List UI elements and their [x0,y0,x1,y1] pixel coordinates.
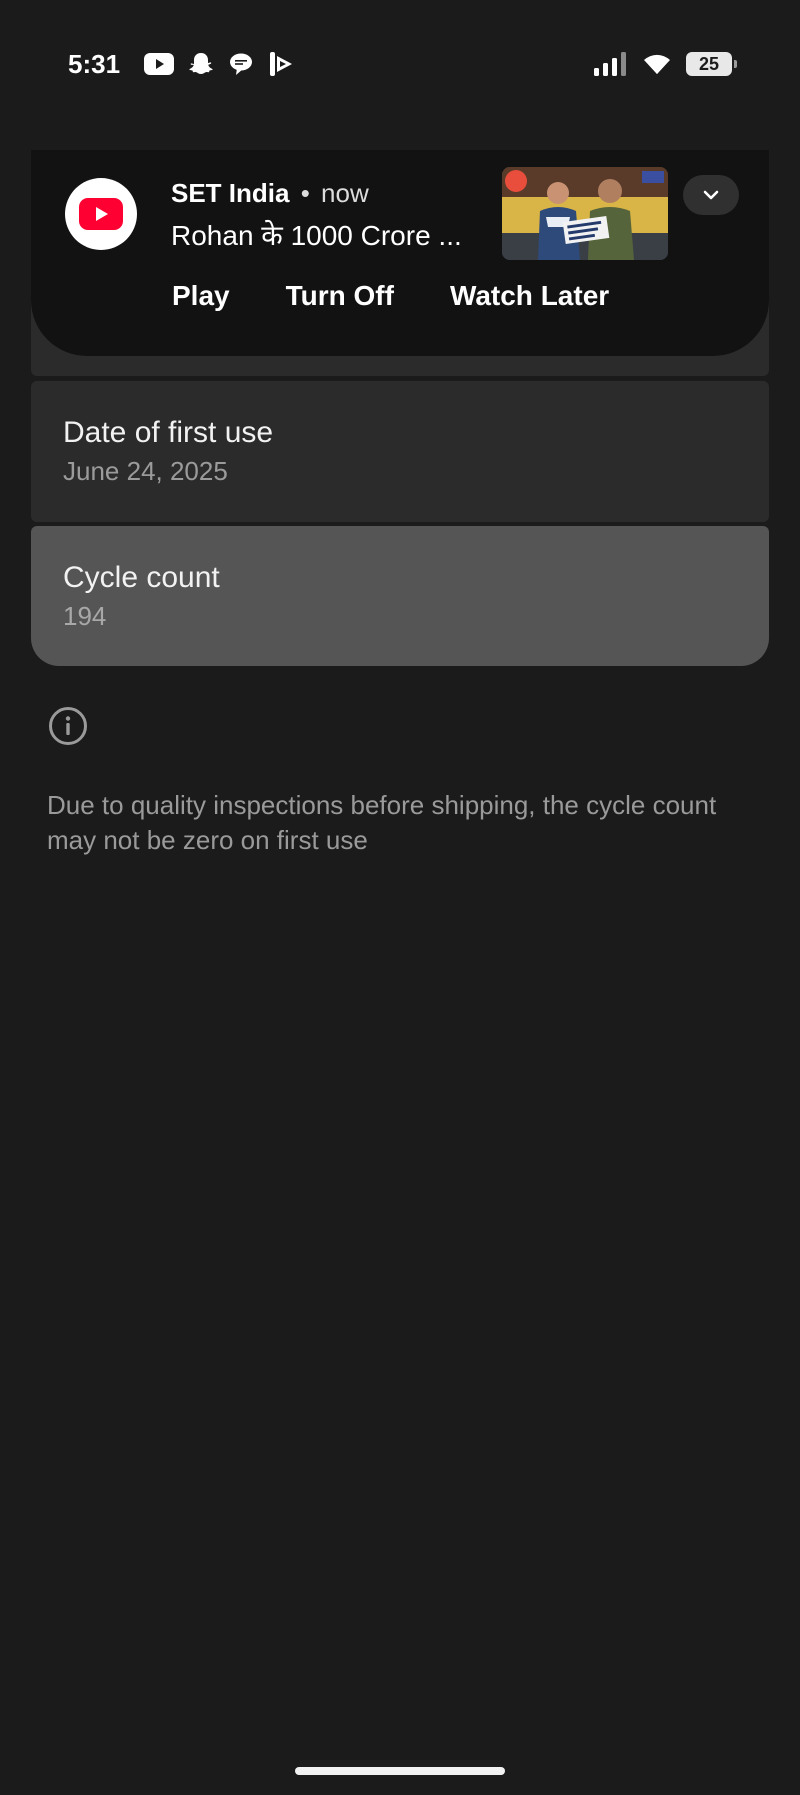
video-app-icon [268,50,294,78]
play-button[interactable]: Play [172,280,230,312]
notification-time: now [321,178,369,208]
notification-expand-button[interactable] [683,175,739,215]
chevron-down-icon [703,190,719,200]
cycle-count-card[interactable]: Cycle count 194 [31,526,769,666]
notification-actions: Play Turn Off Watch Later [172,280,609,312]
wifi-icon [642,52,672,76]
watch-later-button[interactable]: Watch Later [450,280,609,312]
battery-icon: 25 [686,52,737,76]
battery-level: 25 [698,53,720,74]
status-bar: 5:31 25 [68,44,737,84]
cycle-count-label: Cycle count [63,561,220,594]
screen: 5:31 25 Date of first use June 24, 2025 … [0,0,800,1795]
youtube-notification[interactable]: SET India • now Rohan के 1000 Crore ... [31,150,769,356]
notification-thumbnail[interactable] [502,167,668,260]
notification-header: SET India • now [171,178,369,209]
snapchat-icon [188,51,214,77]
first-use-value: June 24, 2025 [63,456,228,486]
status-time: 5:31 [68,48,121,79]
notification-body: Rohan के 1000 Crore ... [171,220,462,251]
youtube-icon [144,53,175,75]
messages-icon [228,51,254,77]
first-use-card[interactable]: Date of first use June 24, 2025 [31,381,769,522]
notification-source: SET India [171,178,290,208]
turn-off-button[interactable]: Turn Off [286,280,394,312]
cycle-count-disclaimer: Due to quality inspections before shippi… [47,790,717,855]
status-bar-left: 5:31 [68,49,294,80]
first-use-label: Date of first use [63,416,274,449]
signal-icon [594,52,628,76]
info-icon [48,706,88,746]
notification-separator: • [300,178,310,208]
home-indicator[interactable] [295,1767,505,1775]
status-bar-right: 25 [594,52,737,76]
cycle-count-value: 194 [63,601,107,631]
youtube-icon [65,178,137,250]
